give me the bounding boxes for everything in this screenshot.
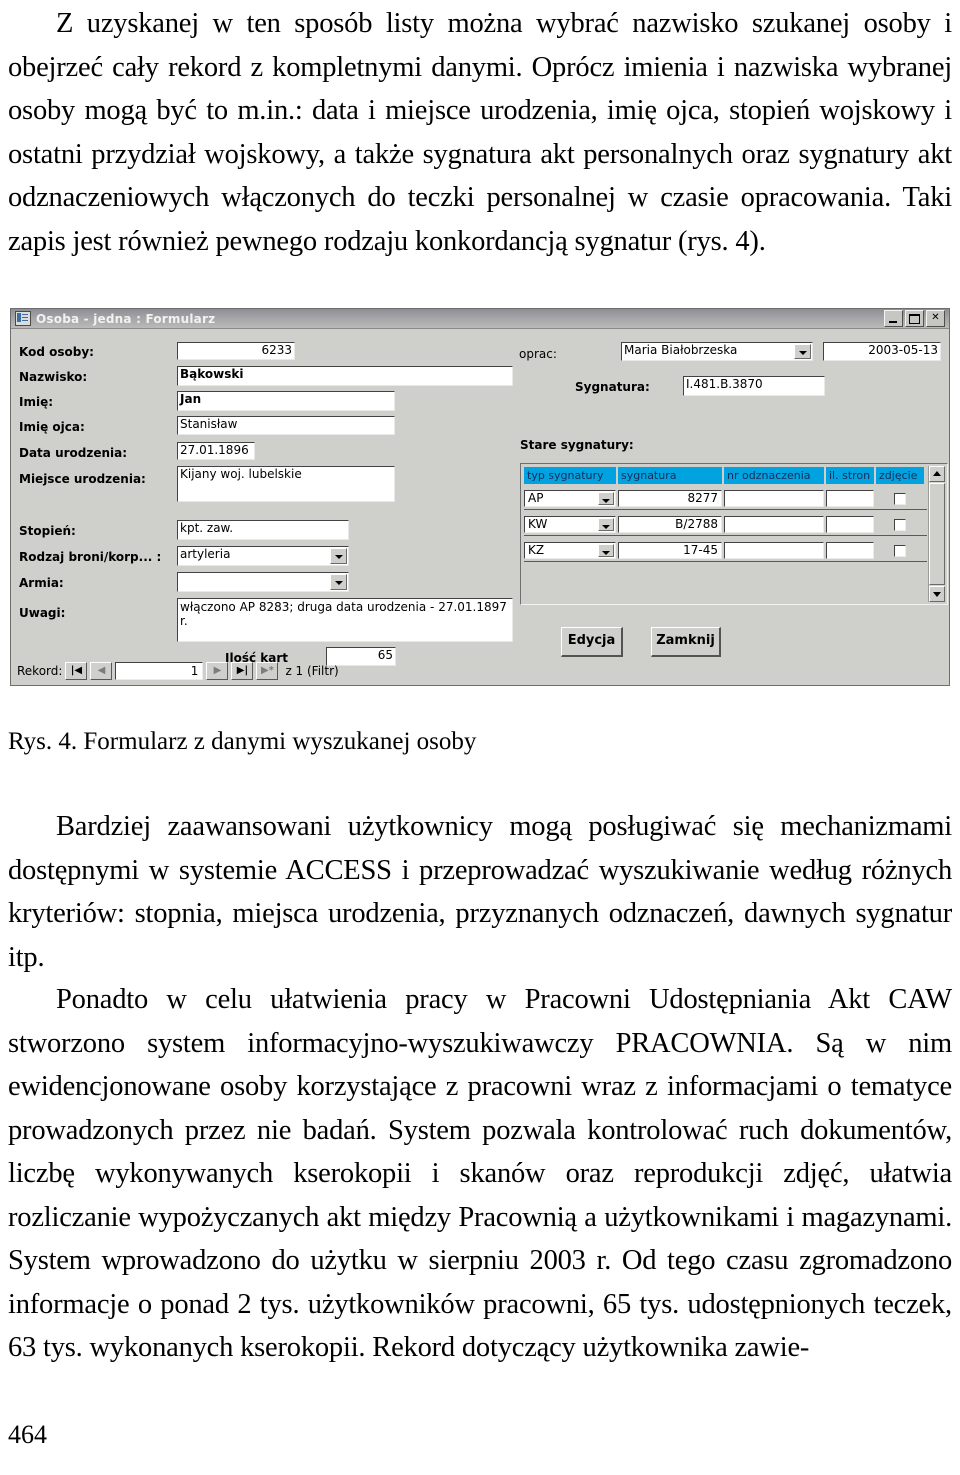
cell-typ-sygnatury-value: KZ — [528, 543, 545, 557]
table-row[interactable]: KZ 17-45 — [524, 540, 927, 562]
cell-zdjecie[interactable] — [876, 490, 924, 507]
label-kod-osoby: Kod osoby: — [19, 345, 94, 359]
minimize-button[interactable] — [884, 310, 903, 327]
cell-typ-sygnatury[interactable]: AP — [524, 490, 616, 507]
paragraph-middle-text: Bardziej zaawansowani użytkownicy mogą p… — [8, 811, 952, 973]
record-navigator: Rekord: |◀ ◀ 1 ▶ ▶| ▶* z 1 (Filtr) — [17, 661, 339, 681]
cell-zdjecie[interactable] — [876, 516, 924, 533]
combo-rodzaj-broni-value: artyleria — [180, 547, 231, 561]
cell-typ-sygnatury[interactable]: KZ — [524, 542, 616, 559]
field-imie[interactable]: Jan — [177, 391, 395, 411]
old-signatures-subform: typ sygnatury sygnatura nr odznaczenia i… — [520, 463, 948, 605]
nav-next-button[interactable]: ▶ — [206, 662, 229, 680]
combo-oprac[interactable]: Maria Białobrzeska — [621, 342, 813, 361]
column-header-typ-sygnatury[interactable]: typ sygnatury — [524, 467, 616, 484]
label-stopien: Stopień: — [19, 524, 76, 538]
subform-scrollbar[interactable] — [928, 466, 945, 602]
combo-armia[interactable] — [177, 572, 349, 592]
access-form-window: Osoba - jedna : Formularz ✕ Kod osoby: 6… — [10, 308, 950, 686]
cell-nr-odznaczenia[interactable] — [724, 516, 824, 533]
cell-nr-odznaczenia[interactable] — [724, 542, 824, 559]
paragraph-bottom-text: Ponadto w celu ułatwienia pracy w Pracow… — [8, 984, 952, 1363]
subform-header-row: typ sygnatury sygnatura nr odznaczenia i… — [524, 467, 927, 484]
paragraph-top-text: Z uzyskanej w ten sposób listy można wyb… — [8, 8, 952, 257]
label-oprac: oprac: — [519, 347, 557, 361]
record-number-input[interactable]: 1 — [115, 662, 204, 680]
cell-nr-odznaczenia[interactable] — [724, 490, 824, 507]
field-nazwisko[interactable]: Bąkowski — [177, 366, 513, 386]
cell-sygnatura[interactable]: 17-45 — [618, 542, 722, 559]
label-stare-sygnatury: Stare sygnatury: — [520, 438, 634, 452]
chevron-down-icon[interactable] — [794, 344, 811, 359]
scrollbar-thumb[interactable] — [929, 483, 945, 585]
nav-first-button[interactable]: |◀ — [65, 662, 88, 680]
close-icon[interactable]: ✕ — [926, 310, 945, 327]
book-page: Z uzyskanej w ten sposób listy można wyb… — [0, 0, 960, 1475]
form-body: Kod osoby: 6233 Nazwisko: Bąkowski Imię:… — [11, 329, 949, 685]
window-title: Osoba - jedna : Formularz — [36, 311, 216, 326]
label-rodzaj-broni: Rodzaj broni/korp... : — [19, 550, 162, 564]
scroll-down-icon[interactable] — [929, 586, 945, 602]
cell-il-stron[interactable] — [826, 490, 874, 507]
field-sygnatura[interactable]: I.481.B.3870 — [683, 376, 825, 396]
combo-oprac-value: Maria Białobrzeska — [624, 343, 738, 357]
record-navigator-label: Rekord: — [17, 664, 63, 678]
cell-il-stron[interactable] — [826, 542, 874, 559]
field-oprac-date[interactable]: 2003-05-13 — [823, 342, 941, 361]
label-imie: Imię: — [19, 395, 54, 409]
scroll-up-icon[interactable] — [929, 466, 945, 482]
chevron-down-icon[interactable] — [598, 544, 614, 557]
chevron-down-icon[interactable] — [598, 518, 614, 531]
cell-typ-sygnatury[interactable]: KW — [524, 516, 616, 533]
cell-sygnatura[interactable]: B/2788 — [618, 516, 722, 533]
checkbox-zdjecie[interactable] — [894, 492, 906, 505]
form-window-icon — [15, 311, 31, 326]
cell-typ-sygnatury-value: AP — [528, 491, 544, 505]
nav-last-button[interactable]: ▶| — [231, 662, 254, 680]
edit-button[interactable]: Edycja — [561, 627, 623, 657]
window-titlebar: Osoba - jedna : Formularz ✕ — [11, 309, 949, 329]
label-imie-ojca: Imię ojca: — [19, 420, 85, 434]
label-uwagi: Uwagi: — [19, 606, 66, 620]
chevron-down-icon[interactable] — [330, 548, 347, 564]
page-number: 464 — [8, 1420, 47, 1449]
paragraph-middle: Bardziej zaawansowani użytkownicy mogą p… — [8, 805, 952, 979]
field-data-urodzenia[interactable]: 27.01.1896 — [177, 442, 255, 460]
nav-previous-button[interactable]: ◀ — [90, 662, 113, 680]
cell-zdjecie[interactable] — [876, 542, 924, 559]
cell-il-stron[interactable] — [826, 516, 874, 533]
field-miejsce-urodzenia[interactable]: Kijany woj. lubelskie — [177, 466, 395, 502]
column-header-nr-odznaczenia[interactable]: nr odznaczenia — [724, 467, 824, 484]
field-stopien[interactable]: kpt. zaw. — [177, 520, 349, 540]
label-armia: Armia: — [19, 576, 64, 590]
figure-caption: Rys. 4. Formularz z danymi wyszukanej os… — [8, 728, 477, 755]
record-count-text: z 1 (Filtr) — [285, 664, 339, 678]
window-controls: ✕ — [884, 310, 947, 327]
nav-new-record-button[interactable]: ▶* — [256, 662, 279, 680]
maximize-button[interactable] — [905, 310, 924, 327]
cell-sygnatura[interactable]: 8277 — [618, 490, 722, 507]
paragraph-bottom: Ponadto w celu ułatwienia pracy w Pracow… — [8, 978, 952, 1370]
close-button[interactable]: Zamknij — [651, 627, 721, 657]
label-miejsce-urodzenia: Miejsce urodzenia: — [19, 472, 146, 486]
paragraph-top: Z uzyskanej w ten sposób listy można wyb… — [8, 2, 952, 263]
combo-rodzaj-broni[interactable]: artyleria — [177, 546, 349, 566]
label-sygnatura: Sygnatura: — [575, 380, 650, 394]
label-data-urodzenia: Data urodzenia: — [19, 446, 128, 460]
checkbox-zdjecie[interactable] — [894, 518, 906, 531]
cell-typ-sygnatury-value: KW — [528, 517, 548, 531]
field-uwagi[interactable]: włączono AP 8283; druga data urodzenia -… — [177, 598, 513, 642]
chevron-down-icon[interactable] — [330, 574, 347, 590]
field-imie-ojca[interactable]: Stanisław — [177, 416, 395, 435]
checkbox-zdjecie[interactable] — [894, 544, 906, 557]
column-header-zdjecie[interactable]: zdjęcie — [876, 467, 924, 484]
table-row[interactable]: AP 8277 — [524, 488, 927, 510]
label-nazwisko: Nazwisko: — [19, 370, 88, 384]
column-header-il-stron[interactable]: il. stron — [826, 467, 874, 484]
table-row[interactable]: KW B/2788 — [524, 514, 927, 536]
column-header-sygnatura[interactable]: sygnatura — [618, 467, 722, 484]
chevron-down-icon[interactable] — [598, 492, 614, 505]
field-kod-osoby[interactable]: 6233 — [177, 342, 295, 360]
